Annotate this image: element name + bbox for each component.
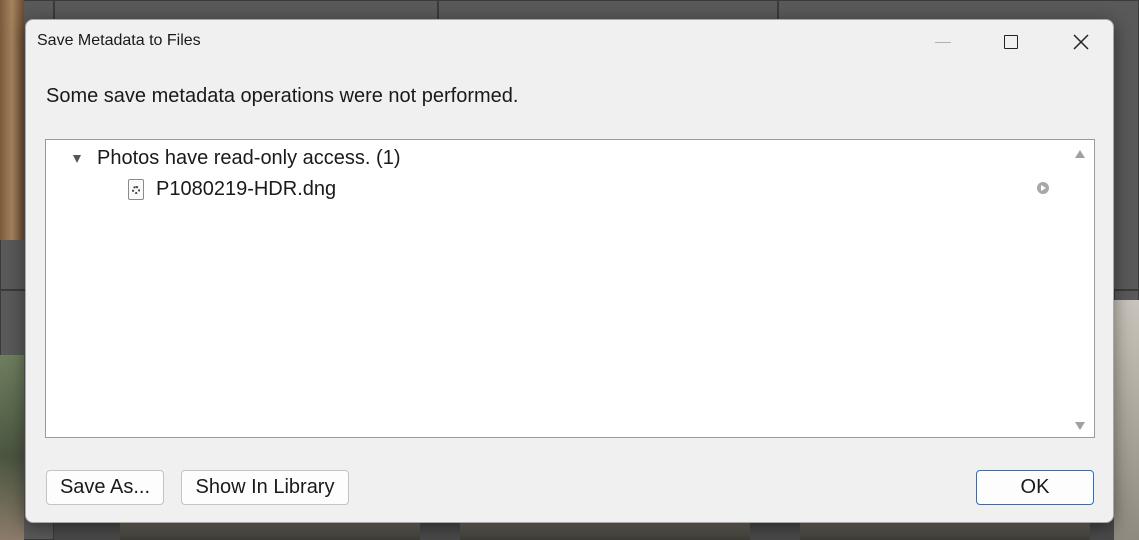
dng-file-icon <box>128 179 144 200</box>
save-as-button[interactable]: Save As... <box>46 470 164 505</box>
list-item[interactable]: P1080219-HDR.dng <box>128 178 336 201</box>
thumbnail <box>0 0 24 240</box>
thumbnail <box>0 355 24 540</box>
thumbnail <box>1114 300 1139 540</box>
maximize-icon <box>1004 35 1018 49</box>
close-icon <box>1073 34 1089 50</box>
go-to-arrow-icon[interactable] <box>1037 182 1049 194</box>
results-list[interactable]: Photos have read-only access. (1) P10802… <box>45 139 1095 438</box>
group-label: Photos have read-only access. (1) <box>97 147 401 169</box>
disclosure-triangle-icon[interactable] <box>73 154 81 163</box>
scroll-up-arrow-icon[interactable] <box>1075 150 1085 158</box>
thumbnail <box>120 522 420 540</box>
title-bar: Save Metadata to Files <box>26 20 1113 64</box>
ok-button[interactable]: OK <box>976 470 1094 505</box>
thumbnail <box>800 522 1090 540</box>
file-name: P1080219-HDR.dng <box>156 178 337 200</box>
dialog-title: Save Metadata to Files <box>37 32 201 49</box>
close-button[interactable] <box>1058 20 1104 64</box>
status-message: Some save metadata operations were not p… <box>46 85 519 107</box>
minimize-button[interactable] <box>920 20 966 64</box>
minimize-icon <box>935 41 951 43</box>
save-metadata-dialog: Save Metadata to Files Some save metadat… <box>25 19 1114 523</box>
show-in-library-button[interactable]: Show In Library <box>181 470 349 505</box>
scroll-down-arrow-icon[interactable] <box>1075 422 1085 430</box>
maximize-button[interactable] <box>988 20 1034 64</box>
thumbnail <box>460 522 750 540</box>
list-group-readonly[interactable]: Photos have read-only access. (1) <box>73 147 401 170</box>
